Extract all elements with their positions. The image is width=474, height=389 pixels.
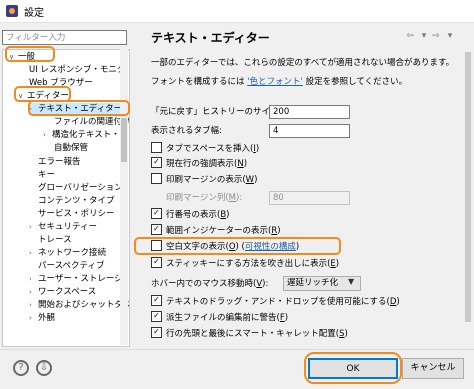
tree-item-label: ユーザー・ストレージ・サ [38, 274, 130, 284]
print-margin-column-input[interactable]: 80 [269, 191, 350, 205]
tree-scrollbar[interactable] [120, 49, 128, 345]
tree-item-globalization[interactable]: グローバリゼーション [38, 182, 123, 194]
chevron-right-icon[interactable]: › [29, 299, 38, 311]
highlight-line-checkbox[interactable]: 現在行の強調表示(N) [151, 157, 247, 171]
tree-item-keys[interactable]: キー [38, 169, 55, 181]
colors-fonts-link[interactable]: '色とフォント' [247, 77, 303, 87]
chevron-down-icon[interactable]: ▾ [444, 30, 456, 42]
tree-item-label: 開始およびシャットダウ [38, 300, 130, 310]
footer-divider [0, 349, 474, 350]
checkbox-icon[interactable] [151, 224, 162, 235]
back-arrow-icon[interactable]: ⇦ [404, 30, 416, 42]
tree-scrollbar-thumb[interactable] [121, 118, 127, 162]
highlight-whitespace [134, 237, 341, 255]
chevron-right-icon[interactable]: › [29, 273, 38, 285]
help-icon[interactable]: ? [13, 360, 29, 376]
tree-item-label: グローバリゼーション [38, 183, 123, 193]
tree-item-label: UI レスポンシブ・モニタ [29, 65, 126, 75]
tree-item-label: パースペクティブ [38, 261, 105, 271]
checkbox-icon[interactable] [151, 327, 162, 338]
print-margin-column-label: 印刷マージン列(M): [166, 193, 243, 203]
filter-input[interactable]: フィルター入力 [2, 30, 127, 45]
highlight-text-editors [28, 100, 130, 116]
window-title: 設定 [24, 8, 44, 19]
tree-item-label: ファイルの関連付け [54, 117, 130, 127]
tree-item-label: サービス・ポリシー [38, 209, 115, 219]
font-hint: フォントを構成するには '色とフォント' 設定を参照してください。 [151, 77, 408, 87]
tree-item-label: エラー報告 [38, 157, 81, 167]
tree-item-structured-text[interactable]: › 構造化テキスト・エ [43, 129, 128, 141]
derived-warn-checkbox[interactable]: 派生ファイルの編集前に警告(F) [151, 311, 288, 325]
eclipse-app-icon [6, 5, 18, 17]
checkbox-icon[interactable] [151, 295, 162, 306]
tree-item-label: 構造化テキスト・エ [52, 130, 129, 140]
tree-item-label: ネットワーク接続 [38, 248, 107, 258]
cancel-button[interactable]: キャンセル [402, 358, 464, 379]
highlight-general [5, 46, 55, 62]
panel-scrollbar-thumb[interactable] [465, 52, 471, 322]
chevron-down-icon[interactable]: ▾ [418, 30, 430, 42]
chevron-right-icon[interactable]: › [29, 221, 38, 233]
checkbox-icon[interactable] [151, 173, 162, 184]
undo-history-input[interactable]: 200 [269, 105, 350, 119]
tree-item-workspace[interactable]: › ワークスペース [29, 286, 96, 298]
tree-item-autosave[interactable]: 自動保管 [54, 142, 88, 154]
checkbox-icon[interactable] [151, 208, 162, 219]
import-icon[interactable]: ⇩ [36, 360, 52, 376]
tree-item-label: セキュリティー [38, 222, 97, 232]
tree-item-service-policies[interactable]: サービス・ポリシー [38, 208, 115, 220]
tree-item-perspectives[interactable]: パースペクティブ [38, 260, 104, 272]
tree-item-label: コンテンツ・タイプ [38, 196, 115, 206]
checkbox-icon[interactable] [151, 157, 162, 168]
tree-item-label: トレース [38, 235, 72, 245]
tree-item-ui-responsive[interactable]: UI レスポンシブ・モニタ [29, 64, 125, 76]
tree-item-startup-shutdown[interactable]: › 開始およびシャットダウ [29, 299, 130, 311]
tab-width-input[interactable]: 4 [269, 124, 350, 138]
highlight-ok [304, 352, 402, 384]
chevron-right-icon[interactable]: › [43, 129, 52, 141]
description-text: 一部のエディターでは、これらの設定のすべてが適用されない場合があります。 [151, 58, 455, 68]
hover-label: ホバー内でのマウス移動時(V): [151, 279, 269, 289]
tree-item-file-associations[interactable]: ファイルの関連付け [54, 116, 130, 128]
tree-item-tracing[interactable]: トレース [38, 234, 72, 246]
tree-item-label: 外観 [38, 313, 56, 323]
tree-item-label: ワークスペース [38, 287, 97, 297]
line-numbers-checkbox[interactable]: 行番号の表示(B) [151, 208, 230, 222]
tab-width-label: 表示されるタブ幅: [151, 126, 222, 136]
forward-arrow-icon[interactable]: ⇨ [430, 30, 442, 42]
chevron-right-icon[interactable]: › [29, 286, 38, 298]
tree-item-security[interactable]: › セキュリティー [29, 221, 97, 233]
tree-item-user-storage[interactable]: › ユーザー・ストレージ・サ [29, 273, 130, 285]
chevron-down-icon[interactable]: ▼ [348, 277, 354, 286]
tree-item-network-connections[interactable]: › ネットワーク接続 [29, 247, 106, 259]
tree-item-error-reporting[interactable]: エラー報告 [38, 156, 81, 168]
checkbox-icon[interactable] [151, 142, 162, 153]
checkbox-icon[interactable] [151, 311, 162, 322]
checkbox-icon[interactable] [151, 257, 162, 268]
tree-item-label: 自動保管 [54, 143, 89, 153]
title-bar [0, 0, 474, 23]
chevron-right-icon[interactable]: › [29, 312, 38, 324]
tree-item-appearance[interactable]: › 外観 [29, 312, 55, 324]
chevron-right-icon[interactable]: › [29, 247, 38, 259]
page-title: テキスト・エディター [151, 31, 270, 45]
insert-spaces-checkbox[interactable]: タブでスペースを挿入(I) [151, 142, 259, 156]
smart-caret-checkbox[interactable]: 行の先頭と最後にスマート・キャレット配置(S) [151, 327, 348, 341]
print-margin-checkbox[interactable]: 印刷マージンの表示(W) [151, 173, 257, 187]
sticky-hover-checkbox[interactable]: スティッキーにする方法を吹き出しに表示(E) [151, 257, 339, 271]
tree-item-content-types[interactable]: コンテンツ・タイプ [38, 195, 115, 207]
tree-item-label: キー [38, 170, 56, 180]
drag-drop-checkbox[interactable]: テキストのドラッグ・アンド・ドロップを使用可能にする(D) [151, 295, 400, 309]
